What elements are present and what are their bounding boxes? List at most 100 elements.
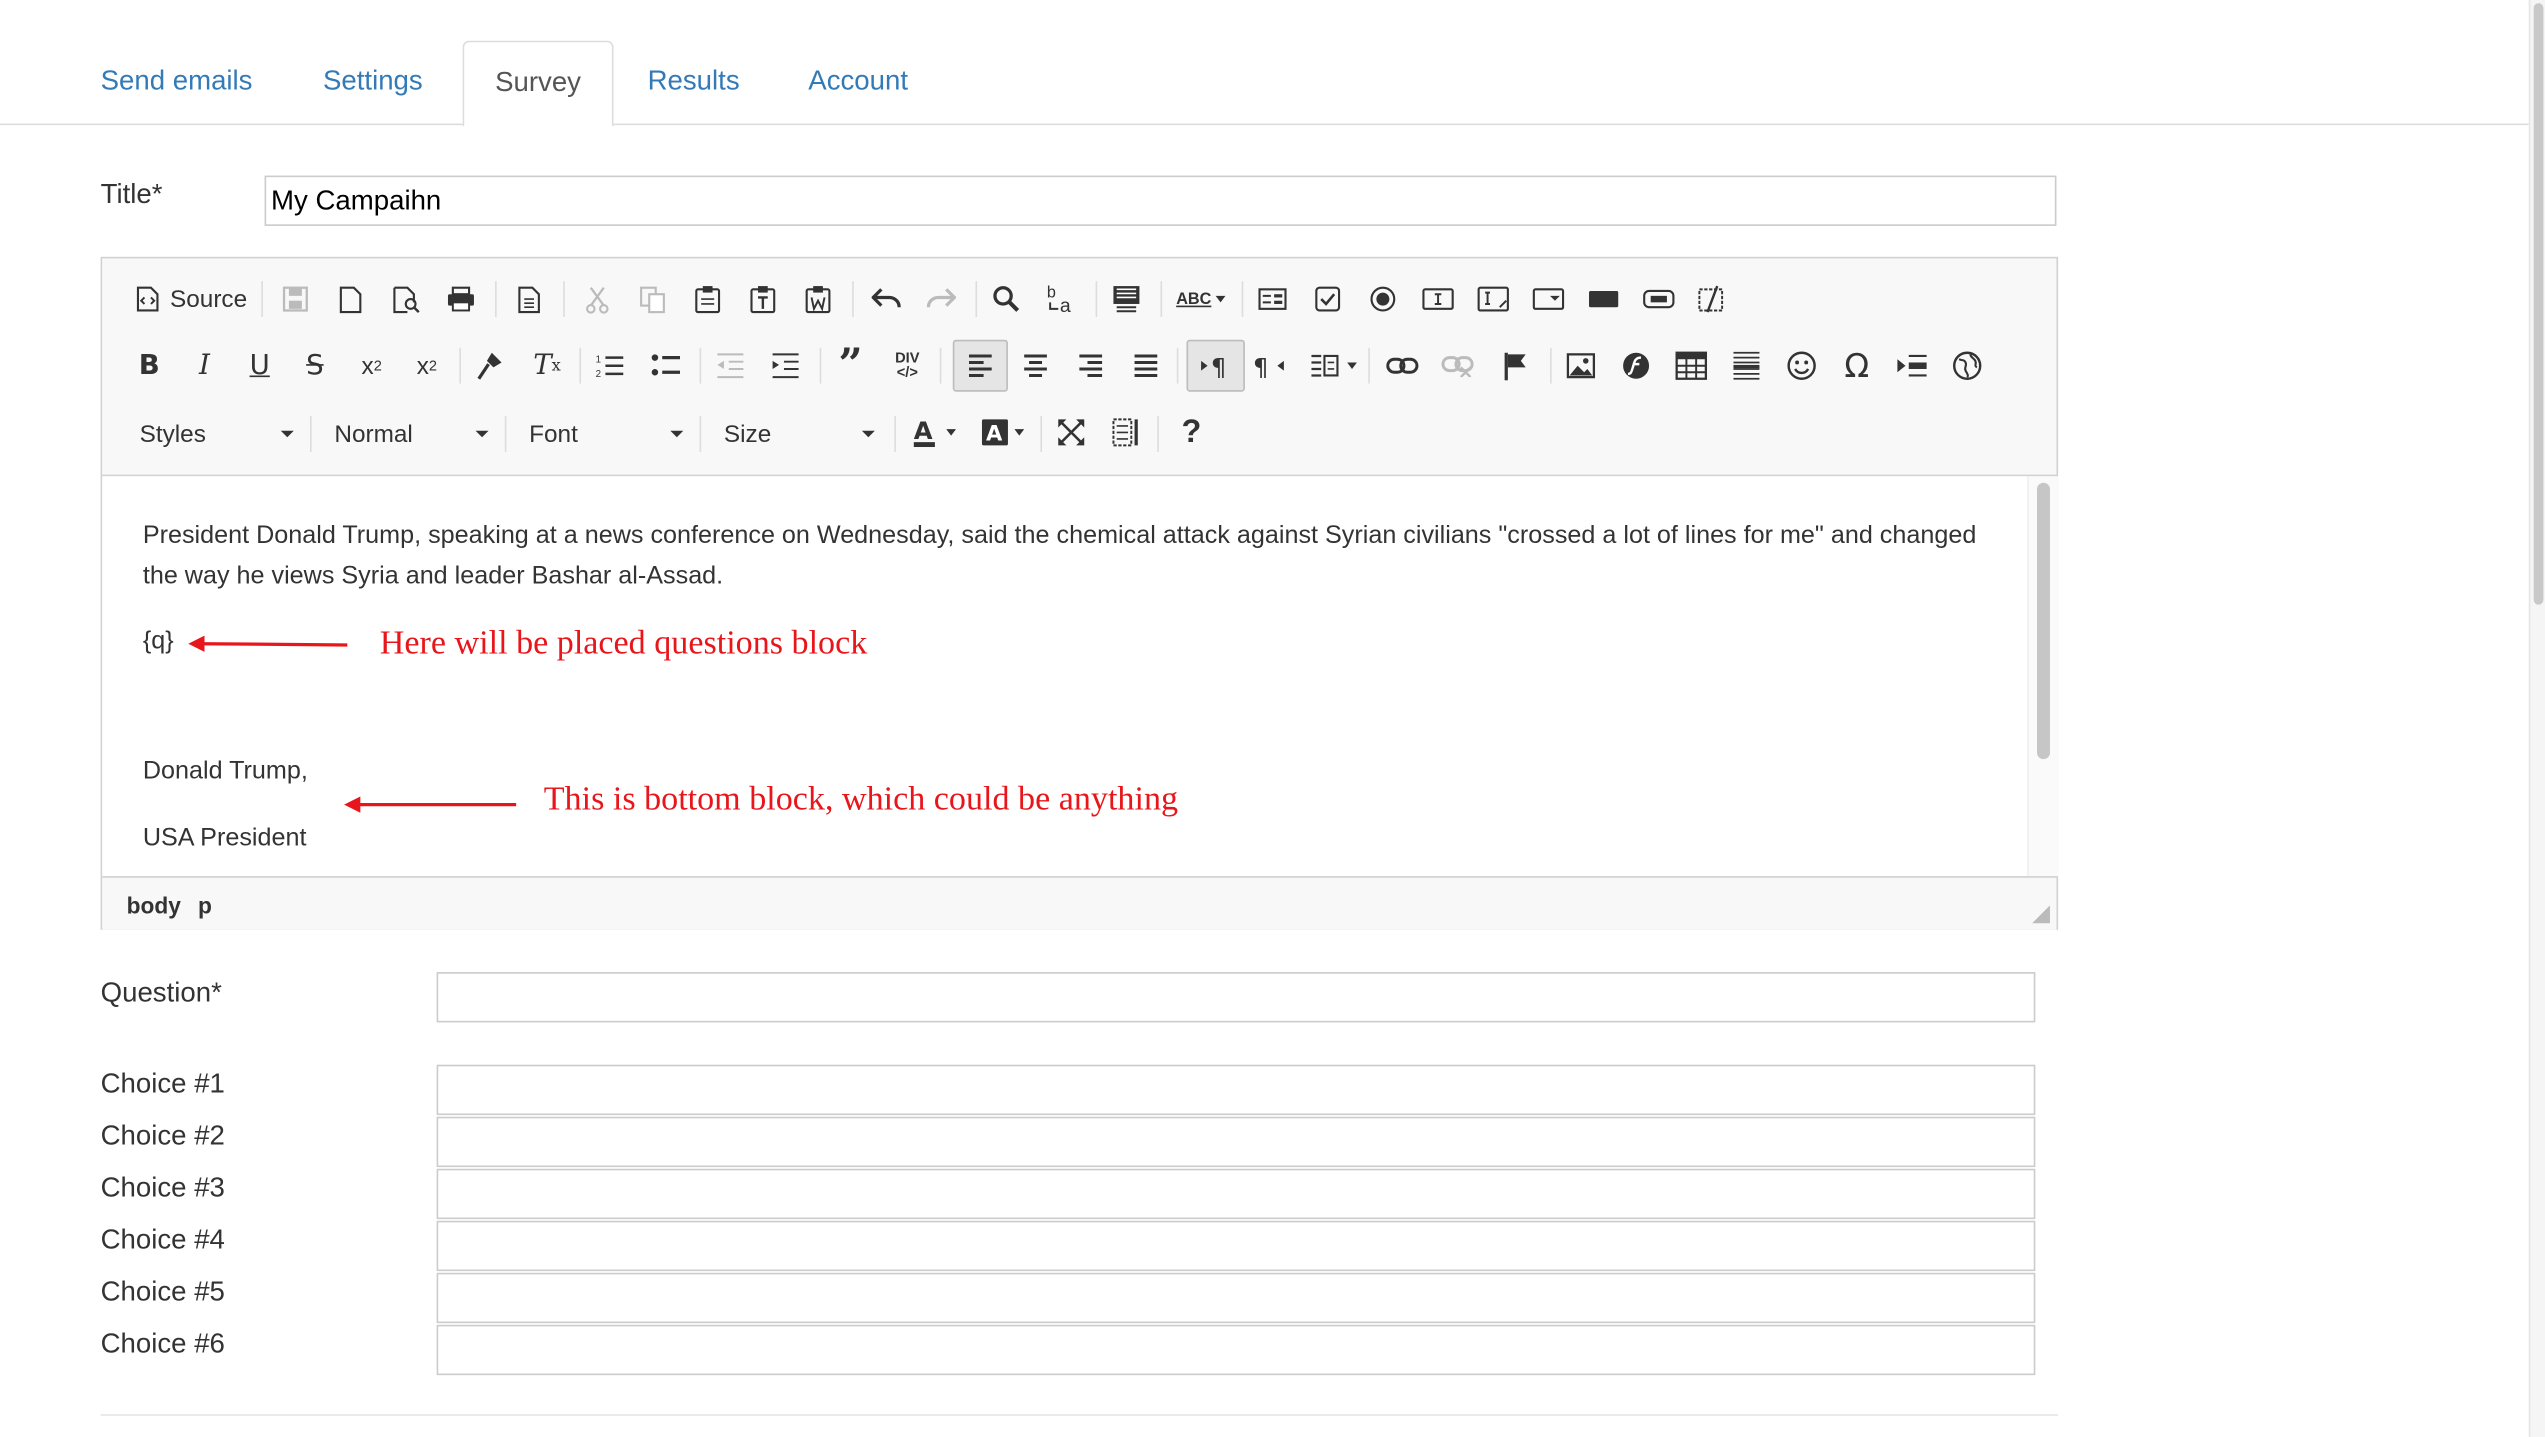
tab-send-emails[interactable]: Send emails — [101, 41, 253, 122]
size-dropdown[interactable]: Size — [716, 415, 878, 454]
remove-format-icon[interactable]: Tx — [528, 343, 567, 389]
templates-icon[interactable] — [511, 276, 547, 322]
bulleted-list-icon[interactable] — [648, 343, 684, 389]
textarea-icon[interactable] — [1475, 276, 1511, 322]
background-color-icon[interactable]: A — [975, 410, 1027, 456]
editor-scrollbar[interactable] — [2027, 476, 2059, 877]
table-icon[interactable] — [1673, 343, 1709, 389]
form-icon[interactable] — [1255, 276, 1291, 322]
strikethrough-icon[interactable]: S — [297, 343, 333, 389]
select-all-icon[interactable] — [1109, 276, 1145, 322]
choice-input-2[interactable] — [436, 1116, 2036, 1168]
question-label: Question* — [100, 976, 222, 1008]
font-dropdown[interactable]: Font — [521, 415, 687, 454]
tab-settings[interactable]: Settings — [323, 41, 423, 122]
link-icon[interactable] — [1385, 343, 1421, 389]
hidden-field-icon[interactable] — [1696, 276, 1732, 322]
rtl-direction-icon[interactable]: ¶ — [1251, 343, 1287, 389]
find-icon[interactable] — [988, 276, 1024, 322]
redo-icon[interactable] — [924, 276, 960, 322]
choice-input-6[interactable] — [436, 1324, 2036, 1376]
choice-input-4[interactable] — [436, 1220, 2036, 1272]
page-break-icon[interactable] — [1894, 343, 1930, 389]
button-field-icon[interactable] — [1586, 276, 1622, 322]
page-scrollbar-thumb[interactable] — [2533, 3, 2544, 605]
toolbar-separator — [1095, 281, 1098, 317]
text-color-icon[interactable]: A — [907, 410, 959, 456]
undo-icon[interactable] — [868, 276, 904, 322]
choice-label-2: Choice #2 — [100, 1119, 225, 1151]
spellcheck-icon[interactable]: ABC — [1174, 276, 1229, 322]
toolbar-separator — [819, 347, 822, 384]
choice-input-3[interactable] — [436, 1168, 2036, 1220]
select-field-icon[interactable] — [1531, 276, 1567, 322]
copy-icon[interactable] — [635, 276, 671, 322]
toolbar-separator — [975, 281, 978, 317]
preview-icon[interactable] — [388, 276, 424, 322]
tab-account[interactable]: Account — [808, 41, 908, 122]
underline-icon[interactable]: U — [242, 343, 278, 389]
print-icon[interactable] — [443, 276, 479, 322]
subscript-icon[interactable]: x2 — [352, 343, 391, 389]
chevron-down-icon — [1013, 429, 1024, 436]
numbered-list-icon[interactable]: 12 — [592, 343, 628, 389]
tab-results[interactable]: Results — [648, 41, 740, 122]
indent-icon[interactable] — [768, 343, 804, 389]
superscript-icon[interactable]: x2 — [407, 343, 446, 389]
toolbar-separator — [1368, 347, 1370, 384]
copy-format-icon[interactable] — [472, 343, 508, 389]
resize-handle-icon[interactable] — [2032, 905, 2050, 924]
svg-text:1: 1 — [596, 354, 601, 365]
unlink-icon[interactable] — [1440, 343, 1476, 389]
checkbox-icon[interactable] — [1310, 276, 1346, 322]
save-icon[interactable] — [278, 276, 314, 322]
source-button[interactable]: Source — [131, 276, 251, 322]
horizontal-rule-icon[interactable] — [1729, 343, 1765, 389]
page-scrollbar[interactable] — [2528, 0, 2545, 1437]
choice-input-5[interactable] — [436, 1272, 2036, 1324]
flash-icon[interactable] — [1618, 343, 1654, 389]
paste-word-icon[interactable] — [800, 276, 836, 322]
align-center-icon[interactable] — [1018, 343, 1054, 389]
annotation-questions-block: Here will be placed questions block — [379, 622, 868, 662]
image-button-icon[interactable] — [1641, 276, 1677, 322]
format-dropdown[interactable]: Normal — [326, 415, 492, 454]
toolbar-separator — [1176, 347, 1179, 384]
choice-input-1[interactable] — [436, 1064, 2036, 1116]
smiley-icon[interactable] — [1784, 343, 1820, 389]
new-page-icon[interactable] — [333, 276, 369, 322]
ltr-direction-icon[interactable]: ¶ — [1186, 339, 1245, 392]
image-icon[interactable] — [1563, 343, 1599, 389]
rich-text-editor: Source b a ABC B I U S x 2 x 2 T x 1 2 ”… — [100, 256, 2059, 930]
anchor-flag-icon[interactable] — [1498, 343, 1534, 389]
maximize-icon[interactable] — [1053, 410, 1089, 456]
outdent-icon[interactable] — [713, 343, 749, 389]
justify-icon[interactable] — [1128, 343, 1164, 389]
toolbar-separator — [699, 347, 702, 384]
title-input[interactable] — [264, 175, 2057, 226]
align-left-icon[interactable] — [952, 339, 1008, 392]
text-field-icon[interactable] — [1420, 276, 1456, 322]
div-container-icon[interactable]: DIV </> — [888, 343, 927, 389]
paste-icon[interactable] — [690, 276, 726, 322]
radio-icon[interactable] — [1365, 276, 1401, 322]
show-blocks-icon[interactable] — [1109, 410, 1145, 456]
paste-text-icon[interactable] — [745, 276, 781, 322]
blockquote-icon[interactable]: ” — [833, 341, 869, 390]
cut-icon[interactable] — [579, 276, 615, 322]
tab-survey[interactable]: Survey — [462, 40, 614, 127]
special-char-omega-icon[interactable]: Ω — [1839, 343, 1875, 389]
question-input[interactable] — [436, 972, 2036, 1023]
replace-icon[interactable]: ba — [1044, 276, 1080, 322]
path-body[interactable]: body — [127, 892, 181, 918]
editor-scrollbar-thumb[interactable] — [2036, 482, 2050, 760]
help-icon[interactable]: ? — [1174, 410, 1210, 456]
align-right-icon[interactable] — [1073, 343, 1109, 389]
chevron-down-icon — [1346, 362, 1357, 369]
italic-icon[interactable]: I — [187, 343, 223, 389]
styles-dropdown[interactable]: Styles — [131, 415, 297, 454]
bold-icon[interactable]: B — [131, 343, 167, 389]
iframe-globe-icon[interactable] — [1949, 343, 1985, 389]
path-p[interactable]: p — [198, 892, 212, 918]
language-icon[interactable] — [1307, 343, 1359, 389]
